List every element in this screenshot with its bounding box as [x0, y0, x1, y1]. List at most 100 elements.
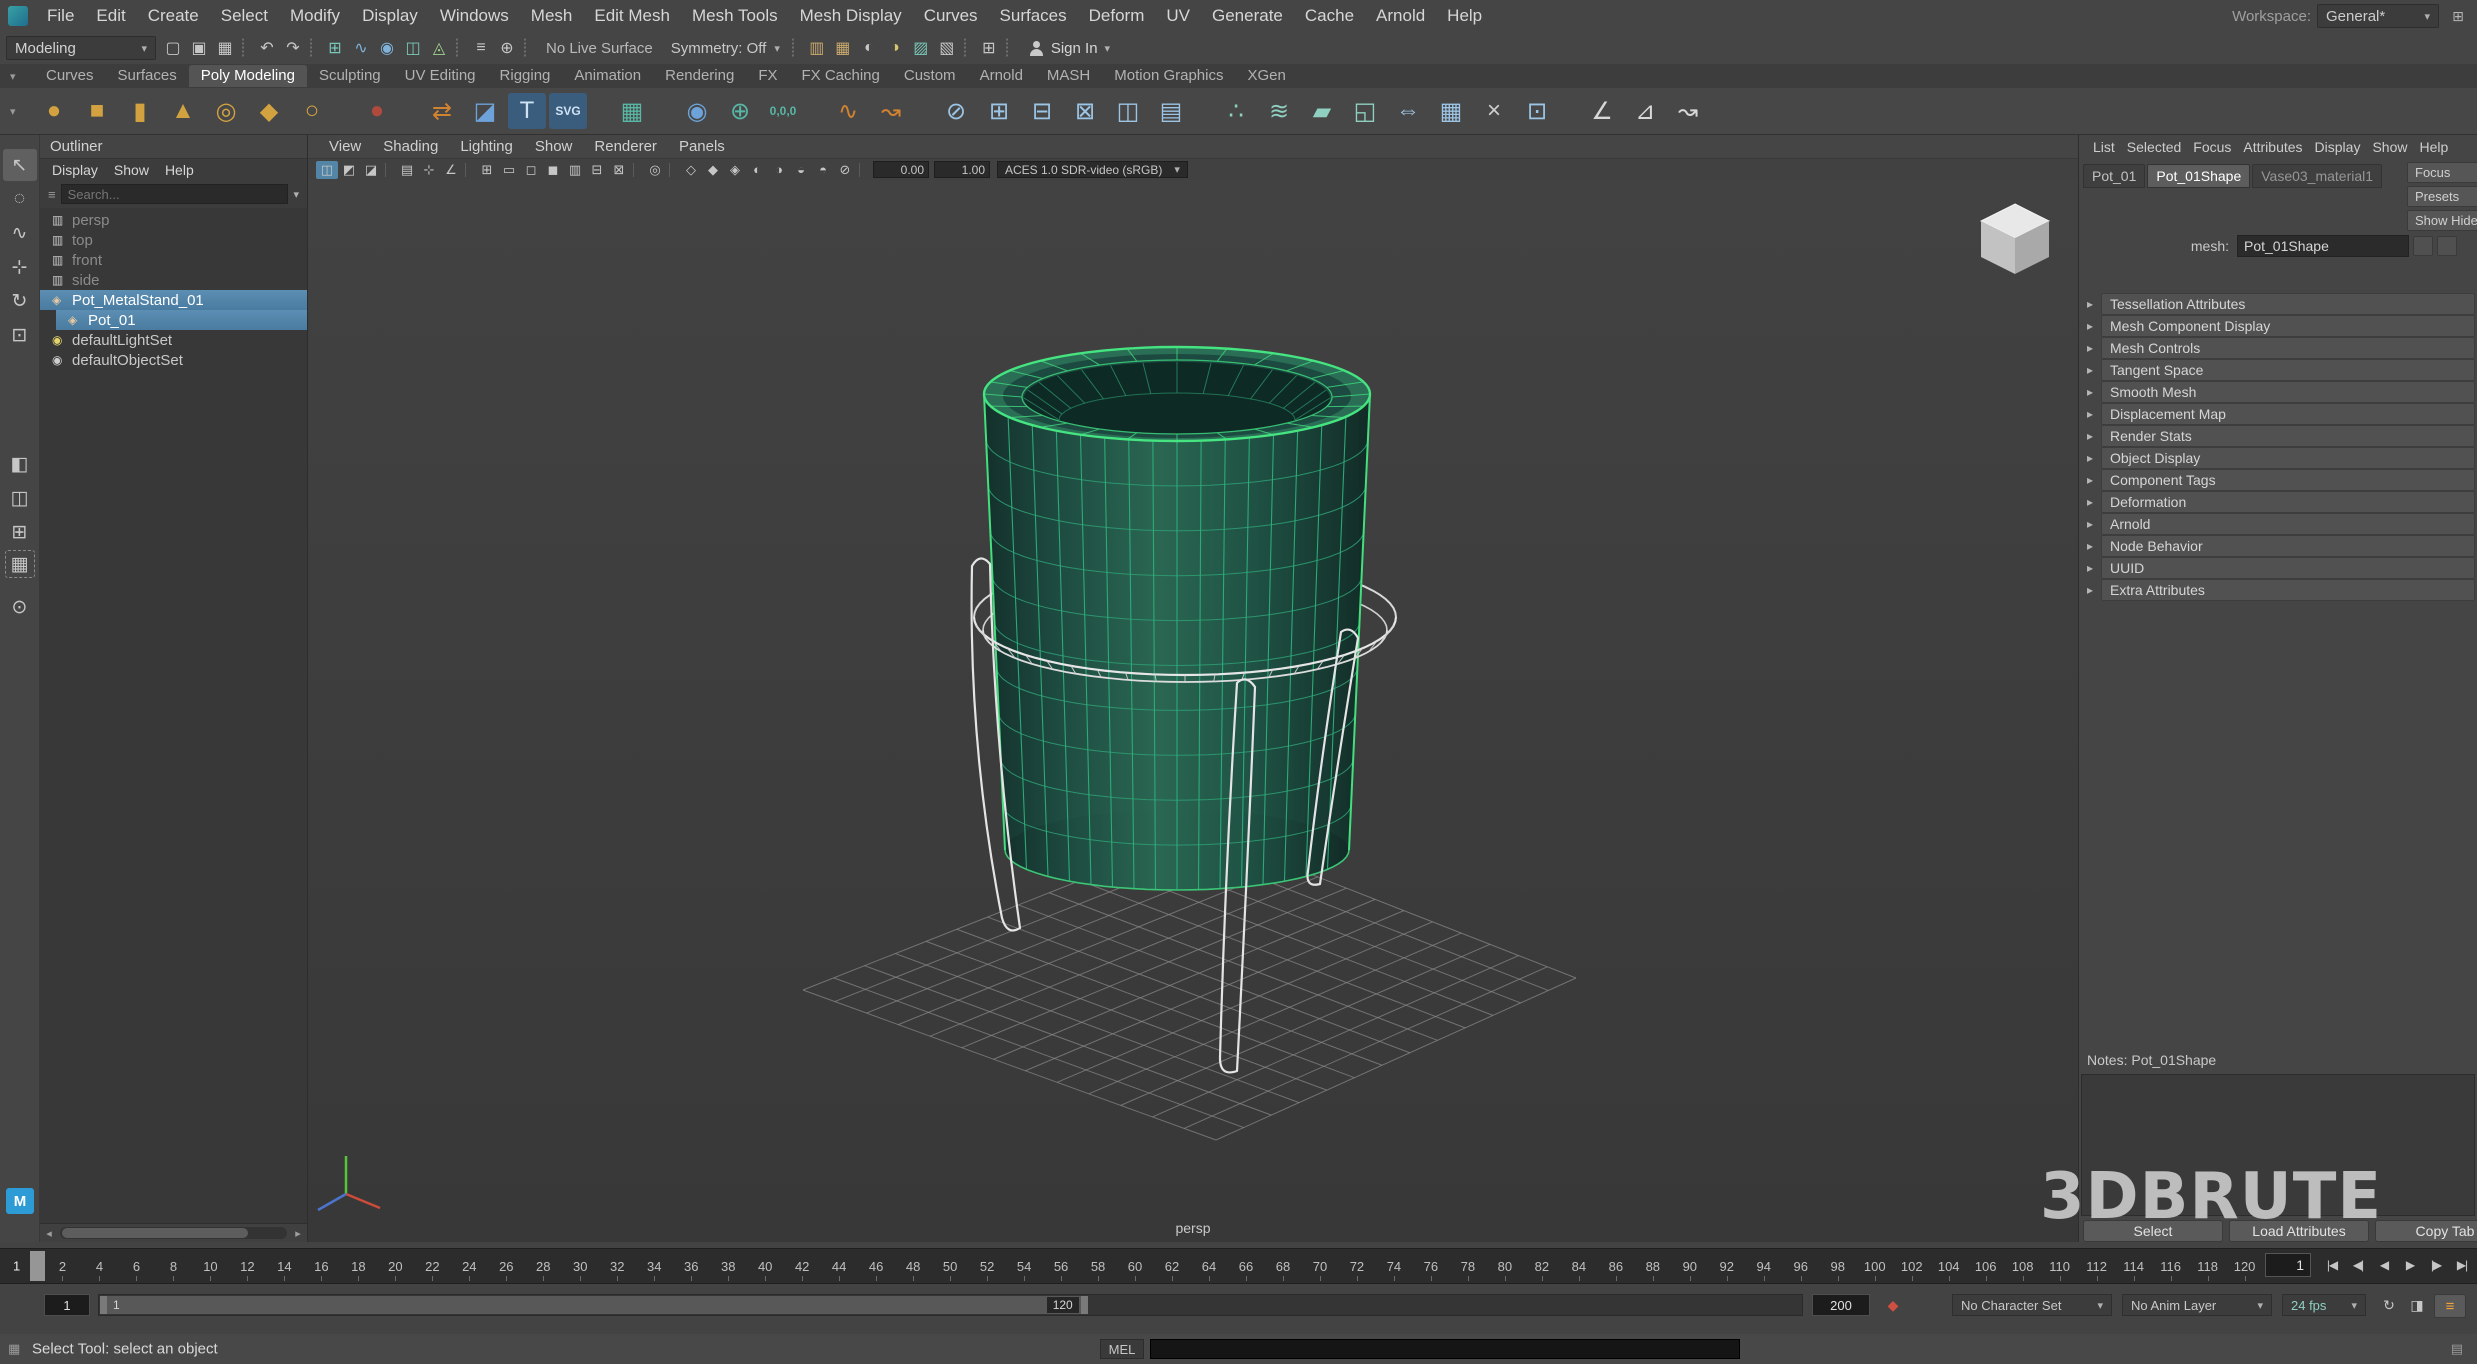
attribute-section[interactable]: ▸ UUID — [2079, 557, 2475, 579]
snap-together-icon[interactable]: ⊕ — [720, 91, 760, 131]
gamma-field[interactable]: 1.00 — [934, 161, 990, 178]
save-scene-icon[interactable]: ▦ — [212, 36, 238, 60]
ao-icon[interactable]: ◒ — [790, 161, 812, 179]
section-header[interactable]: Arnold — [2101, 513, 2475, 535]
section-header[interactable]: Mesh Component Display — [2101, 315, 2475, 337]
shelf-options-icon[interactable]: ▾ — [10, 70, 16, 83]
section-header[interactable]: Deformation — [2101, 491, 2475, 513]
booleans-icon[interactable]: ◪ — [465, 91, 505, 131]
multi-cut-icon[interactable]: ⊘ — [936, 91, 976, 131]
sculpt-tool-icon[interactable]: ● — [357, 91, 397, 131]
step-back-frame-button[interactable]: ◀| — [2345, 1253, 2371, 1277]
menubar-item[interactable]: Display — [351, 6, 429, 26]
viewport-menu-item[interactable]: Shading — [372, 138, 449, 155]
new-scene-icon[interactable]: ▢ — [160, 36, 186, 60]
scale-tool[interactable]: ⊡ — [3, 319, 37, 351]
grid-icon[interactable]: ⊞ — [476, 161, 498, 179]
shelf-tab-fx[interactable]: FX — [746, 65, 789, 87]
current-frame-marker[interactable] — [30, 1251, 45, 1281]
construction-history-icon[interactable]: ⊕ — [494, 36, 520, 60]
vertex-mode-icon[interactable]: ∴ — [1216, 91, 1256, 131]
time-slider[interactable]: 1 2 4 6 8 10 12 14 16 18 20 22 24 26 28 30 32 34 36 38 40 42… — [0, 1248, 2477, 1284]
frame-ruler[interactable]: 2 4 6 8 10 12 14 16 18 20 22 24 26 28 30 32 34 36 38 40 42 44… — [44, 1249, 2263, 1283]
snap-to-curve-icon[interactable]: ∿ — [348, 36, 374, 60]
scrollbar-track[interactable] — [60, 1227, 287, 1239]
go-to-end-button[interactable]: ▶| — [2449, 1253, 2475, 1277]
exposure-field[interactable]: 0.00 — [873, 161, 929, 178]
attribute-section[interactable]: ▸ Node Behavior — [2079, 535, 2475, 557]
attribute-editor-menu-item[interactable]: Help — [2413, 139, 2454, 155]
render-settings-icon[interactable]: ◐ — [856, 36, 882, 60]
range-slider-range[interactable]: 1 120 — [100, 1296, 1088, 1314]
filter-menu-icon[interactable]: ≡ — [48, 187, 56, 202]
loop-playback-icon[interactable]: ↻ — [2376, 1294, 2402, 1316]
menubar-item[interactable]: Edit — [85, 6, 136, 26]
expand-arrow-icon[interactable]: ▸ — [2079, 473, 2101, 487]
attribute-section[interactable]: ▸ Extra Attributes — [2079, 579, 2475, 601]
animation-preferences-button[interactable]: ≡ — [2434, 1294, 2466, 1318]
camera-select-icon[interactable]: ◫ — [316, 160, 338, 179]
isolate-select-icon[interactable]: ◎ — [644, 161, 666, 179]
section-header[interactable]: Component Tags — [2101, 469, 2475, 491]
menubar-item[interactable]: Mesh Display — [789, 6, 913, 26]
expand-arrow-icon[interactable]: ▸ — [2079, 363, 2101, 377]
poly-torus-icon[interactable]: ◎ — [206, 91, 246, 131]
menubar-item[interactable]: UV — [1155, 6, 1201, 26]
extrude-icon[interactable]: ⊠ — [1065, 91, 1105, 131]
lights-icon[interactable]: ◐ — [746, 161, 768, 179]
sculpt-pen-icon[interactable]: ↝ — [1668, 91, 1708, 131]
attribute-section[interactable]: ▸ Component Tags — [2079, 469, 2475, 491]
show-attributes-icon[interactable] — [2437, 236, 2457, 256]
resolution-gate-icon[interactable]: ◻ — [520, 161, 542, 179]
attribute-section[interactable]: ▸ Mesh Controls — [2079, 337, 2475, 359]
script-editor-icon[interactable]: ▤ — [2451, 1341, 2463, 1357]
snap-to-point-icon[interactable]: ◉ — [374, 36, 400, 60]
uv-mode-icon[interactable]: ◱ — [1345, 91, 1385, 131]
attribute-section[interactable]: ▸ Tessellation Attributes — [2079, 293, 2475, 315]
outliner-item-side[interactable]: ▥ side — [40, 270, 307, 290]
shelf-tab-surfaces[interactable]: Surfaces — [106, 65, 189, 87]
viewport-menu-item[interactable]: Show — [524, 138, 584, 155]
attribute-editor-menu-item[interactable]: Selected — [2121, 139, 2187, 155]
shadows-icon[interactable]: ◑ — [768, 161, 790, 179]
ipr-render-icon[interactable]: ▦ — [830, 36, 856, 60]
shelf-tab-rigging[interactable]: Rigging — [488, 65, 563, 87]
attribute-editor-menu-item[interactable]: Show — [2366, 139, 2413, 155]
command-line-input[interactable] — [1150, 1339, 1740, 1359]
section-header[interactable]: Render Stats — [2101, 425, 2475, 447]
menubar-item[interactable]: Mesh Tools — [681, 6, 789, 26]
menubar-item[interactable]: Mesh — [520, 6, 584, 26]
hide-attributes-icon[interactable] — [2413, 236, 2433, 256]
side-button[interactable]: Show Hide — [2407, 210, 2477, 231]
range-handle-right[interactable] — [1080, 1296, 1088, 1314]
poly-cube-icon[interactable]: ■ — [77, 91, 117, 131]
section-header[interactable]: Tessellation Attributes — [2101, 293, 2475, 315]
attribute-section[interactable]: ▸ Deformation — [2079, 491, 2475, 513]
pencil-icon[interactable]: ∠ — [1582, 91, 1622, 131]
menubar-item[interactable]: Create — [137, 6, 210, 26]
viewport-menu-item[interactable]: Lighting — [449, 138, 524, 155]
side-button[interactable]: Focus — [2407, 162, 2477, 183]
outliner-item-persp[interactable]: ▥ persp — [40, 210, 307, 230]
image-plane-icon[interactable]: ▤ — [396, 161, 418, 179]
ep-curve-icon[interactable]: ∿ — [828, 91, 868, 131]
attribute-section[interactable]: ▸ Object Display — [2079, 447, 2475, 469]
poly-disc-icon[interactable]: ○ — [292, 91, 332, 131]
maya-logo-icon[interactable]: M — [6, 1188, 34, 1214]
safe-action-icon[interactable]: ⊟ — [586, 161, 608, 179]
attribute-editor-menu-item[interactable]: Attributes — [2237, 139, 2308, 155]
shelf-tab-custom[interactable]: Custom — [892, 65, 968, 87]
wireframe-icon[interactable]: ◇ — [680, 161, 702, 179]
svg-tool-icon[interactable]: SVG — [549, 93, 587, 129]
range-slider-track[interactable]: 1 120 — [98, 1294, 1803, 1316]
current-frame-field[interactable]: 1 — [2265, 1253, 2311, 1277]
menubar-item[interactable]: Modify — [279, 6, 351, 26]
section-header[interactable]: UUID — [2101, 557, 2475, 579]
shelf-tab-rendering[interactable]: Rendering — [653, 65, 746, 87]
camera-attributes-icon[interactable]: ◪ — [360, 161, 382, 179]
outliner-scrollbar[interactable]: ◂ ▸ — [40, 1223, 307, 1242]
menubar-item[interactable]: Select — [210, 6, 279, 26]
go-to-start-button[interactable]: |◀ — [2319, 1253, 2345, 1277]
search-input[interactable] — [60, 184, 289, 204]
maya-app-icon[interactable] — [8, 6, 28, 26]
